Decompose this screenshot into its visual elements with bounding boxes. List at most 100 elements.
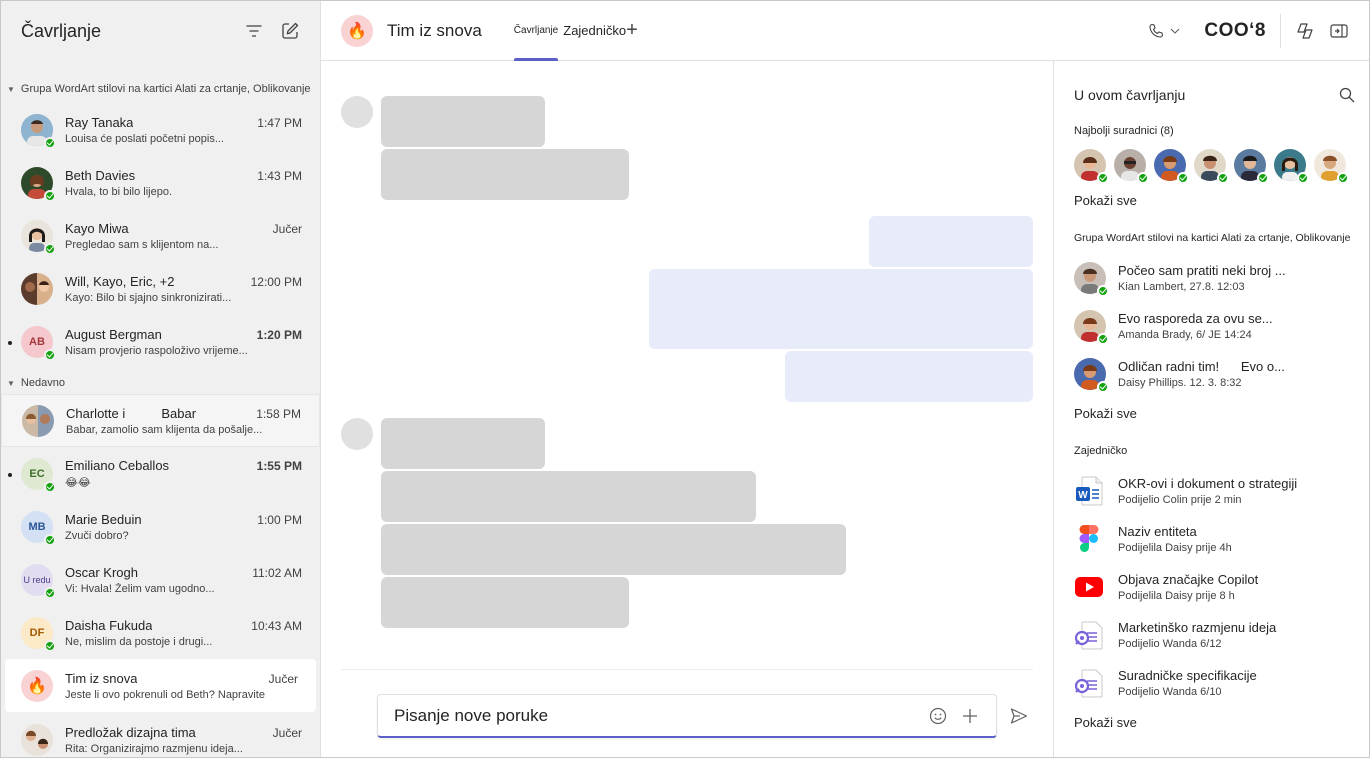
message-bubble-incoming[interactable] — [381, 96, 545, 147]
section-pinned[interactable]: ▼ Grupa WordArt stilovi na kartici Alati… — [1, 78, 320, 100]
message-bubble-outgoing[interactable] — [869, 216, 1033, 267]
shared-file-item[interactable]: Suradničke specifikacije Podijelio Wanda… — [1074, 659, 1369, 707]
new-chat-icon[interactable] — [280, 21, 300, 41]
main-area: 🔥 Tim iz snova Čavrljanje Zajedničko + C… — [321, 1, 1369, 757]
conversation-title: Odličan radni tim! Evo o... — [1118, 359, 1285, 374]
shared-file-item[interactable]: Objava značajke Copilot Podijelila Daisy… — [1074, 563, 1369, 611]
shared-file-item[interactable]: Marketinško razmjenu ideja Podijelio Wan… — [1074, 611, 1369, 659]
chat-item-group-will-kayo-eric[interactable]: Will, Kayo, Eric, +2 12:00 PM Kayo: Bilo… — [1, 262, 320, 315]
chat-item-august-bergman[interactable]: AB August Bergman 1:20 PM Nisam provjeri… — [1, 315, 320, 368]
conversation-item[interactable]: Evo rasporeda za ovu se... Amanda Brady,… — [1074, 302, 1369, 350]
message-bubble-incoming[interactable] — [381, 577, 629, 628]
chat-preview: Pregledao sam s klijentom na... — [65, 238, 219, 251]
chat-time: Jučer — [272, 725, 302, 740]
file-meta: Podijelio Colin prije 2 min — [1118, 494, 1242, 506]
file-title: Naziv entiteta — [1118, 524, 1197, 539]
collaborator-avatar[interactable] — [1234, 149, 1269, 184]
shared-section-heading: Zajedničko — [1074, 445, 1128, 457]
collaborator-avatar[interactable] — [1114, 149, 1149, 184]
chat-item-oscar-krogh[interactable]: U redu Oscar Krogh 11:02 AM Vi: Hvala! Ž… — [1, 553, 320, 606]
divider — [1280, 14, 1281, 48]
section-recent[interactable]: ▼ Nedavno — [1, 372, 320, 394]
shared-file-item[interactable]: Naziv entiteta Podijelila Daisy prije 4h — [1074, 515, 1369, 563]
group-section-heading: Grupa WordArt stilovi na kartici Alati z… — [1074, 232, 1351, 244]
chat-name: Beth Davies — [65, 167, 136, 183]
presence-available-icon — [1297, 172, 1309, 184]
chat-header: 🔥 Tim iz snova Čavrljanje Zajedničko + C… — [321, 1, 1369, 61]
collaborator-avatar[interactable] — [1154, 149, 1189, 184]
chat-item-kayo-miwa[interactable]: Kayo Miwa Jučer Pregledao sam s klijento… — [1, 209, 320, 262]
side-panel-icon[interactable] — [1329, 21, 1349, 41]
message-input[interactable] — [394, 705, 916, 726]
copilot-icon[interactable] — [1295, 21, 1315, 41]
message-bubble-outgoing[interactable] — [785, 351, 1033, 402]
chat-name: Charlotte i Babar — [66, 405, 197, 421]
conversation-meta: Daisy Phillips. 12. 3. 8:32 — [1118, 377, 1242, 389]
collaborator-avatar[interactable] — [1194, 149, 1229, 184]
chat-time: 10:43 AM — [251, 618, 302, 633]
chat-time: 12:00 PM — [250, 274, 302, 289]
chat-time: 1:58 PM — [256, 406, 301, 421]
avatar — [1074, 262, 1109, 297]
group-avatar — [22, 404, 54, 437]
chat-item-tim-iz-snova[interactable]: 🔥 Tim iz snova Jučer Jeste li ovo pokren… — [5, 659, 316, 712]
file-meta: Podijelila Daisy prije 8 h — [1118, 590, 1235, 602]
shared-file-item[interactable]: W OKR-ovi i dokument o strategiji Podije… — [1074, 467, 1369, 515]
conversation-meta: Kian Lambert, 27.8. 12:03 — [1118, 281, 1245, 293]
chat-item-charlotte-babar[interactable]: Charlotte i Babar 1:58 PM Babar, zamolio… — [1, 394, 320, 447]
show-all-files-link[interactable]: Pokaži sve — [1074, 715, 1137, 730]
avatar — [21, 113, 56, 149]
chat-time: Jučer — [268, 671, 298, 686]
presence-available-icon — [1097, 333, 1109, 345]
avatar-initials: MB — [28, 520, 46, 533]
show-all-conversations-link[interactable]: Pokaži sve — [1074, 406, 1137, 421]
chat-preview: Jeste li ovo pokrenuli od Beth? Napravit… — [65, 688, 265, 701]
emoji-icon[interactable] — [928, 706, 948, 726]
show-all-collaborators-link[interactable]: Pokaži sve — [1074, 193, 1137, 208]
caret-down-icon: ▼ — [7, 378, 15, 388]
divider — [341, 669, 1033, 670]
chat-preview: Kayo: Bilo bi sjajno sinkronizirati... — [65, 291, 232, 304]
unread-dot — [8, 473, 12, 477]
message-bubble-incoming[interactable] — [381, 149, 629, 200]
tab-shared[interactable]: Zajedničko — [563, 1, 626, 61]
message-bubble-incoming[interactable] — [381, 471, 756, 522]
brand-logo: COO‘8 — [1204, 20, 1266, 41]
chat-item-ray-tanaka[interactable]: Ray Tanaka 1:47 PM Louisa će poslati poč… — [1, 103, 320, 156]
call-icon[interactable] — [1146, 21, 1166, 41]
collaborator-avatar[interactable] — [1274, 149, 1309, 184]
chat-list-sidebar: Čavrljanje ▼ Grupa WordArt stilovi na ka… — [1, 1, 321, 757]
add-tab-icon[interactable]: + — [626, 19, 638, 42]
message-bubble-incoming[interactable] — [381, 524, 846, 575]
search-icon[interactable] — [1337, 85, 1357, 105]
conversation-item[interactable]: Počeo sam pratiti neki broj ... Kian Lam… — [1074, 254, 1369, 302]
chat-item-emiliano-ceballos[interactable]: EC Emiliano Ceballos 1:55 PM 😂😂 — [1, 447, 320, 500]
avatar: MB — [21, 510, 56, 546]
add-attachment-icon[interactable] — [960, 706, 980, 726]
youtube-icon — [1074, 571, 1104, 603]
chat-name: Tim iz snova — [65, 670, 138, 686]
avatar: 🔥 — [21, 669, 53, 702]
chat-item-marie-beduin[interactable]: MB Marie Beduin 1:00 PM Zvuči dobro? — [1, 500, 320, 553]
chevron-down-icon[interactable] — [1170, 25, 1182, 37]
chat-time: 11:02 AM — [252, 565, 302, 580]
chat-item-predlozak-dizajna[interactable]: Predložak dizajna tima Jučer Rita: Organ… — [1, 713, 320, 757]
section-pinned-label: Grupa WordArt stilovi na kartici Alati z… — [20, 83, 311, 95]
collaborator-avatar[interactable] — [1314, 149, 1349, 184]
chat-item-daisha-fukuda[interactable]: DF Daisha Fukuda 10:43 AM Ne, mislim da … — [1, 606, 320, 659]
presence-available-icon — [1097, 172, 1109, 184]
chat-preview: Hvala, to bi bilo lijepo. — [65, 185, 173, 198]
message-bubble-incoming[interactable] — [381, 418, 545, 469]
chat-item-beth-davies[interactable]: Beth Davies 1:43 PM Hvala, to bi bilo li… — [1, 156, 320, 209]
team-avatar: 🔥 — [341, 14, 373, 47]
tab-chat[interactable]: Čavrljanje — [513, 1, 559, 61]
send-icon[interactable] — [1009, 706, 1029, 726]
chat-time: 1:43 PM — [257, 168, 302, 183]
conversation-item[interactable]: Odličan radni tim! Evo o... Daisy Philli… — [1074, 350, 1369, 398]
message-bubble-outgoing[interactable] — [649, 269, 1033, 349]
file-meta: Podijelila Daisy prije 4h — [1118, 542, 1232, 554]
collaborator-avatar[interactable] — [1074, 149, 1109, 184]
filter-icon[interactable] — [244, 21, 264, 41]
avatar: U redu — [21, 563, 56, 599]
sender-avatar — [341, 96, 373, 128]
